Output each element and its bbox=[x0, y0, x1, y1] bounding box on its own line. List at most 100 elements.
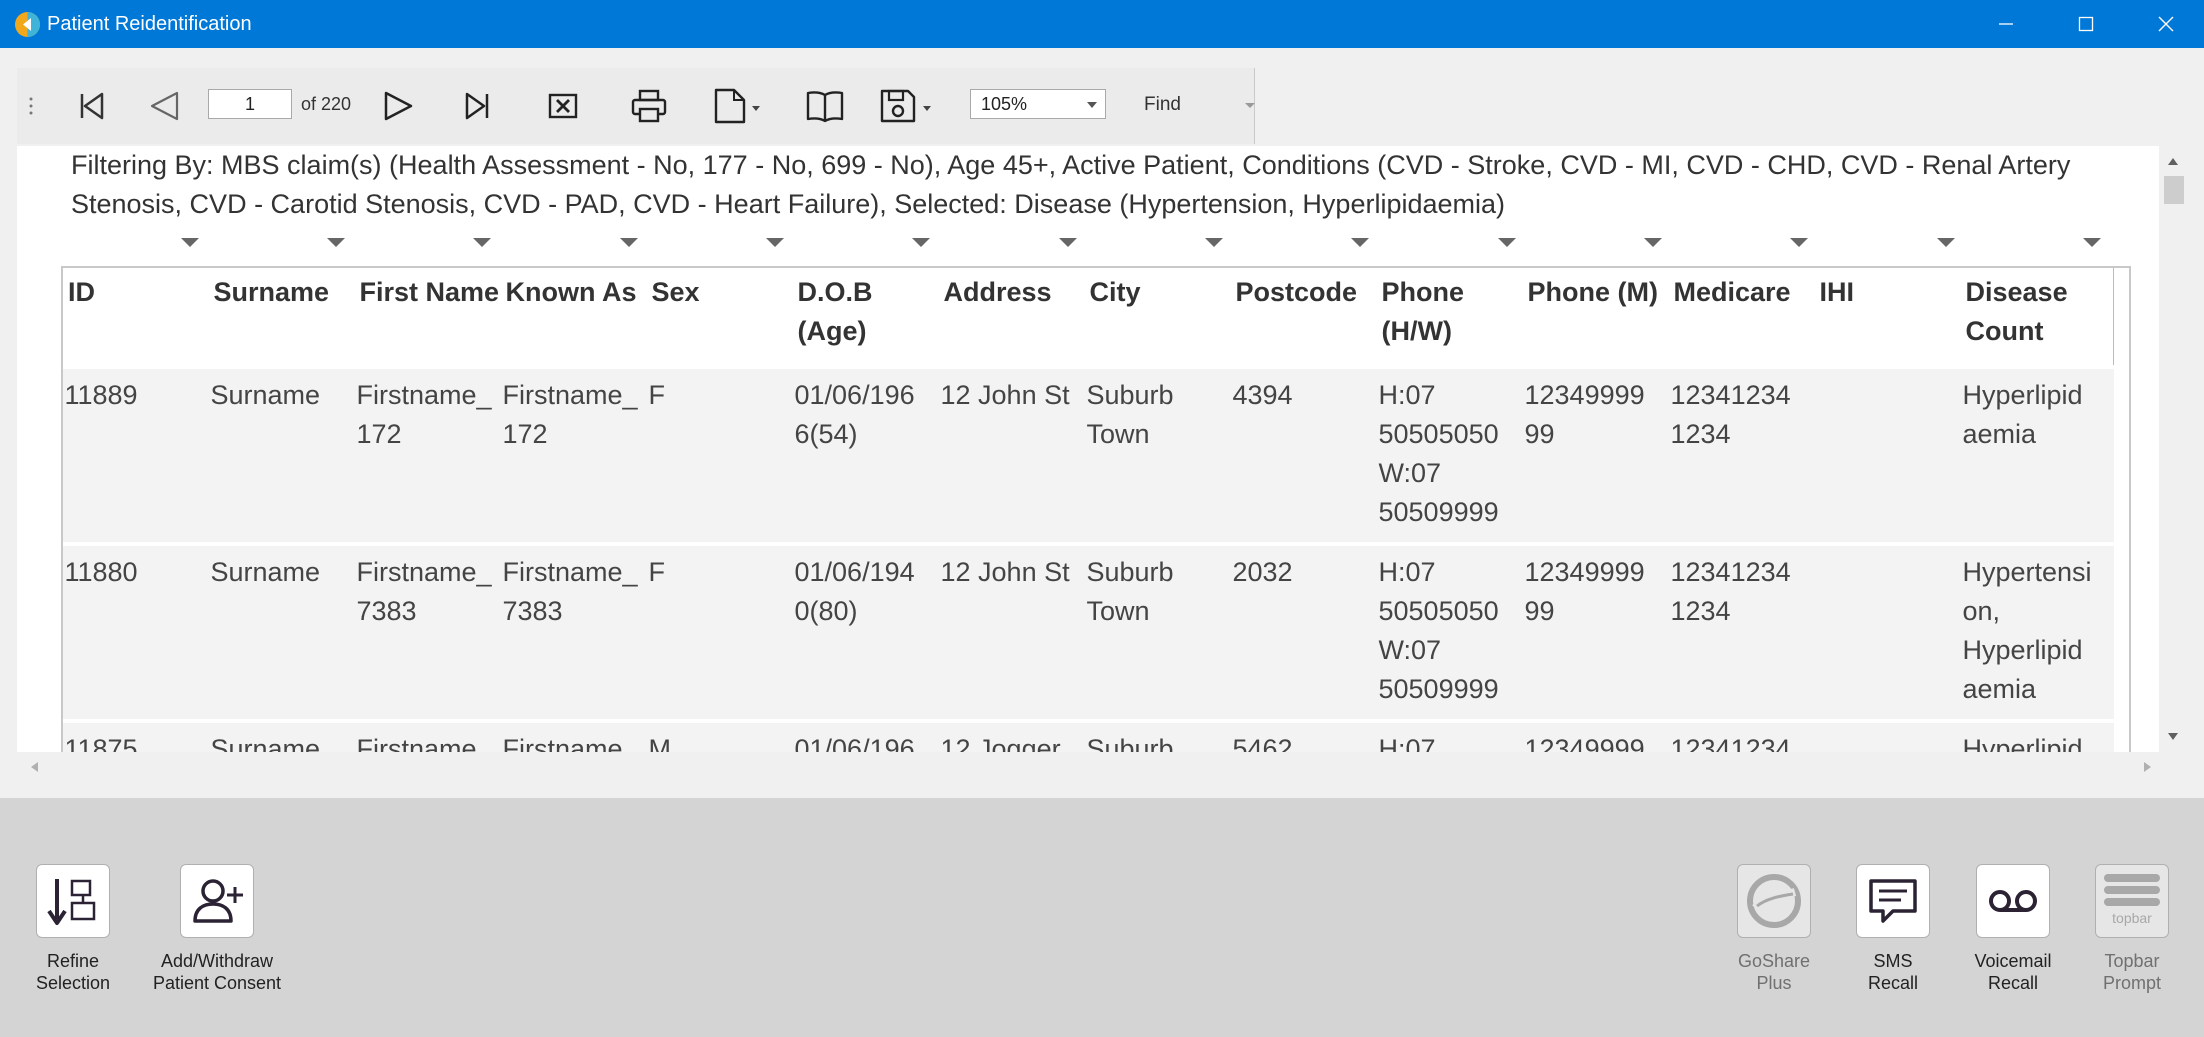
maximize-button[interactable] bbox=[2046, 0, 2126, 48]
column-header[interactable]: Surname bbox=[208, 267, 354, 368]
table-cell: Hyperlipid aemia bbox=[1962, 734, 2083, 752]
table-row[interactable]: 11880 Surname Firstname_ 7383 Firstname_… bbox=[61, 544, 2114, 721]
topbar-icon-box: topbar bbox=[2095, 864, 2169, 938]
topbar-prompt-button[interactable]: topbar Topbar Prompt bbox=[2057, 864, 2204, 994]
column-filter-icon[interactable] bbox=[766, 238, 784, 247]
table-cell: 12341234 1234 bbox=[1670, 380, 1791, 449]
page-setup-icon bbox=[714, 88, 760, 124]
table-cell: F bbox=[648, 557, 666, 587]
consent-icon-box bbox=[180, 864, 254, 938]
column-filter-icon[interactable] bbox=[181, 238, 199, 247]
page-setup-button[interactable] bbox=[712, 86, 764, 126]
column-filter-icon[interactable] bbox=[1059, 238, 1077, 247]
stop-button[interactable] bbox=[543, 86, 583, 126]
table-cell: Suburb Town bbox=[1086, 557, 1174, 626]
table-cell: 01/06/194 0(80) bbox=[794, 557, 915, 626]
table-cell: 12 John St bbox=[940, 557, 1070, 587]
window-title: Patient Reidentification bbox=[47, 13, 252, 35]
table-cell: 11889 bbox=[64, 380, 138, 410]
column-header[interactable]: Phone (M) bbox=[1522, 267, 1668, 368]
export-button[interactable] bbox=[878, 86, 940, 126]
column-filter-icon[interactable] bbox=[2083, 238, 2101, 247]
table-cell: Surname bbox=[210, 557, 321, 587]
table-cell bbox=[1814, 367, 1960, 544]
topbar-logo-text: topbar bbox=[2112, 910, 2152, 926]
scroll-right-icon[interactable] bbox=[2143, 761, 2153, 773]
minimize-icon bbox=[1999, 23, 2013, 25]
column-filter-icon[interactable] bbox=[1351, 238, 1369, 247]
goshare-logo-icon bbox=[1747, 874, 1801, 928]
column-filter-icon[interactable] bbox=[1498, 238, 1516, 247]
table-cell: 01/06/196 3(57) bbox=[794, 734, 915, 752]
table-cell: 12349999 99 bbox=[1524, 557, 1645, 626]
scroll-left-icon[interactable] bbox=[29, 761, 39, 773]
scroll-up-icon[interactable] bbox=[2167, 156, 2179, 166]
column-header[interactable]: Address bbox=[938, 267, 1084, 368]
table-cell: 12341234 1234 bbox=[1670, 557, 1791, 626]
print-button[interactable] bbox=[628, 86, 670, 126]
table-cell: Suburb Town bbox=[1086, 380, 1174, 449]
scroll-down-icon[interactable] bbox=[2167, 732, 2179, 742]
last-page-button[interactable] bbox=[458, 86, 498, 126]
column-header[interactable]: ID bbox=[62, 267, 208, 368]
minimize-button[interactable] bbox=[1966, 0, 2046, 48]
table-row[interactable]: 11875 Surname Firstname_ 5081 Firstname_… bbox=[61, 721, 2114, 752]
table-cell: Firstname_ 5081 bbox=[356, 734, 492, 752]
close-button[interactable] bbox=[2126, 0, 2204, 48]
column-filter-icon[interactable] bbox=[1790, 238, 1808, 247]
voicemail-icon-box bbox=[1976, 864, 2050, 938]
zoom-select[interactable]: 105% bbox=[970, 89, 1106, 119]
column-header[interactable]: Medicare bbox=[1668, 267, 1814, 368]
app-logo-icon bbox=[15, 12, 40, 37]
column-header[interactable]: D.O.B (Age) bbox=[792, 267, 938, 368]
topbar-logo-icon: topbar bbox=[2104, 874, 2160, 926]
previous-page-button[interactable] bbox=[144, 86, 184, 126]
table-cell: H:07 50505050 W:07 50509999 bbox=[1378, 557, 1499, 704]
column-filter-icon[interactable] bbox=[620, 238, 638, 247]
add-withdraw-consent-label: Add/Withdraw Patient Consent bbox=[152, 951, 282, 993]
voicemail-recall-label: Voicemail Recall bbox=[1974, 951, 2052, 993]
page-total-label: of 220 bbox=[301, 94, 352, 114]
print-layout-button[interactable] bbox=[804, 86, 846, 126]
horizontal-scrollbar[interactable] bbox=[17, 752, 2187, 782]
refine-selection-button[interactable]: Refine Selection bbox=[0, 864, 148, 994]
report-content: Filtering By: MBS claim(s) (Health Asses… bbox=[17, 146, 2159, 752]
table-cell: Firstname_ 5081 bbox=[502, 734, 638, 752]
vertical-scrollbar[interactable] bbox=[2159, 146, 2187, 752]
table-cell: 12349999 99 bbox=[1524, 380, 1645, 449]
table-cell: Suburb Town bbox=[1086, 734, 1174, 752]
column-header[interactable]: City bbox=[1084, 267, 1230, 368]
add-withdraw-consent-button[interactable]: Add/Withdraw Patient Consent bbox=[142, 864, 292, 994]
vertical-scroll-thumb[interactable] bbox=[2164, 176, 2184, 204]
table-cell: M bbox=[648, 734, 672, 752]
next-page-button[interactable] bbox=[379, 86, 419, 126]
table-row[interactable]: 11889 Surname Firstname_ 172 Firstname_ … bbox=[61, 367, 2114, 544]
table-cell bbox=[1814, 721, 1960, 752]
table-cell: 12341234 1234 bbox=[1670, 734, 1791, 752]
find-dropdown-icon[interactable] bbox=[1245, 103, 1255, 108]
refine-selection-icon-box bbox=[36, 864, 110, 938]
column-header[interactable]: Postcode bbox=[1230, 267, 1376, 368]
table-cell: 11880 bbox=[64, 557, 138, 587]
page-number-input[interactable] bbox=[208, 89, 292, 119]
column-filter-icon[interactable] bbox=[1644, 238, 1662, 247]
find-button[interactable]: Find bbox=[1144, 94, 1181, 116]
column-header[interactable]: Phone (H/W) bbox=[1376, 267, 1522, 368]
print-layout-icon bbox=[806, 91, 844, 123]
toolbar-grip-icon[interactable] bbox=[29, 96, 33, 116]
column-filter-icon[interactable] bbox=[912, 238, 930, 247]
column-header[interactable]: Disease Count bbox=[1960, 267, 2114, 368]
filter-description: Filtering By: MBS claim(s) (Health Asses… bbox=[71, 150, 2071, 219]
column-header[interactable]: First Name bbox=[354, 267, 500, 368]
voicemail-icon bbox=[1989, 890, 2037, 912]
table-cell: Firstname_ 172 bbox=[502, 380, 638, 449]
column-filter-icon[interactable] bbox=[473, 238, 491, 247]
next-page-icon bbox=[384, 91, 413, 121]
column-header[interactable]: Sex bbox=[646, 267, 792, 368]
column-filter-icon[interactable] bbox=[327, 238, 345, 247]
first-page-button[interactable] bbox=[71, 86, 111, 126]
column-filter-icon[interactable] bbox=[1205, 238, 1223, 247]
column-header[interactable]: IHI bbox=[1814, 267, 1960, 368]
column-filter-icon[interactable] bbox=[1937, 238, 1955, 247]
column-header[interactable]: Known As bbox=[500, 267, 646, 368]
